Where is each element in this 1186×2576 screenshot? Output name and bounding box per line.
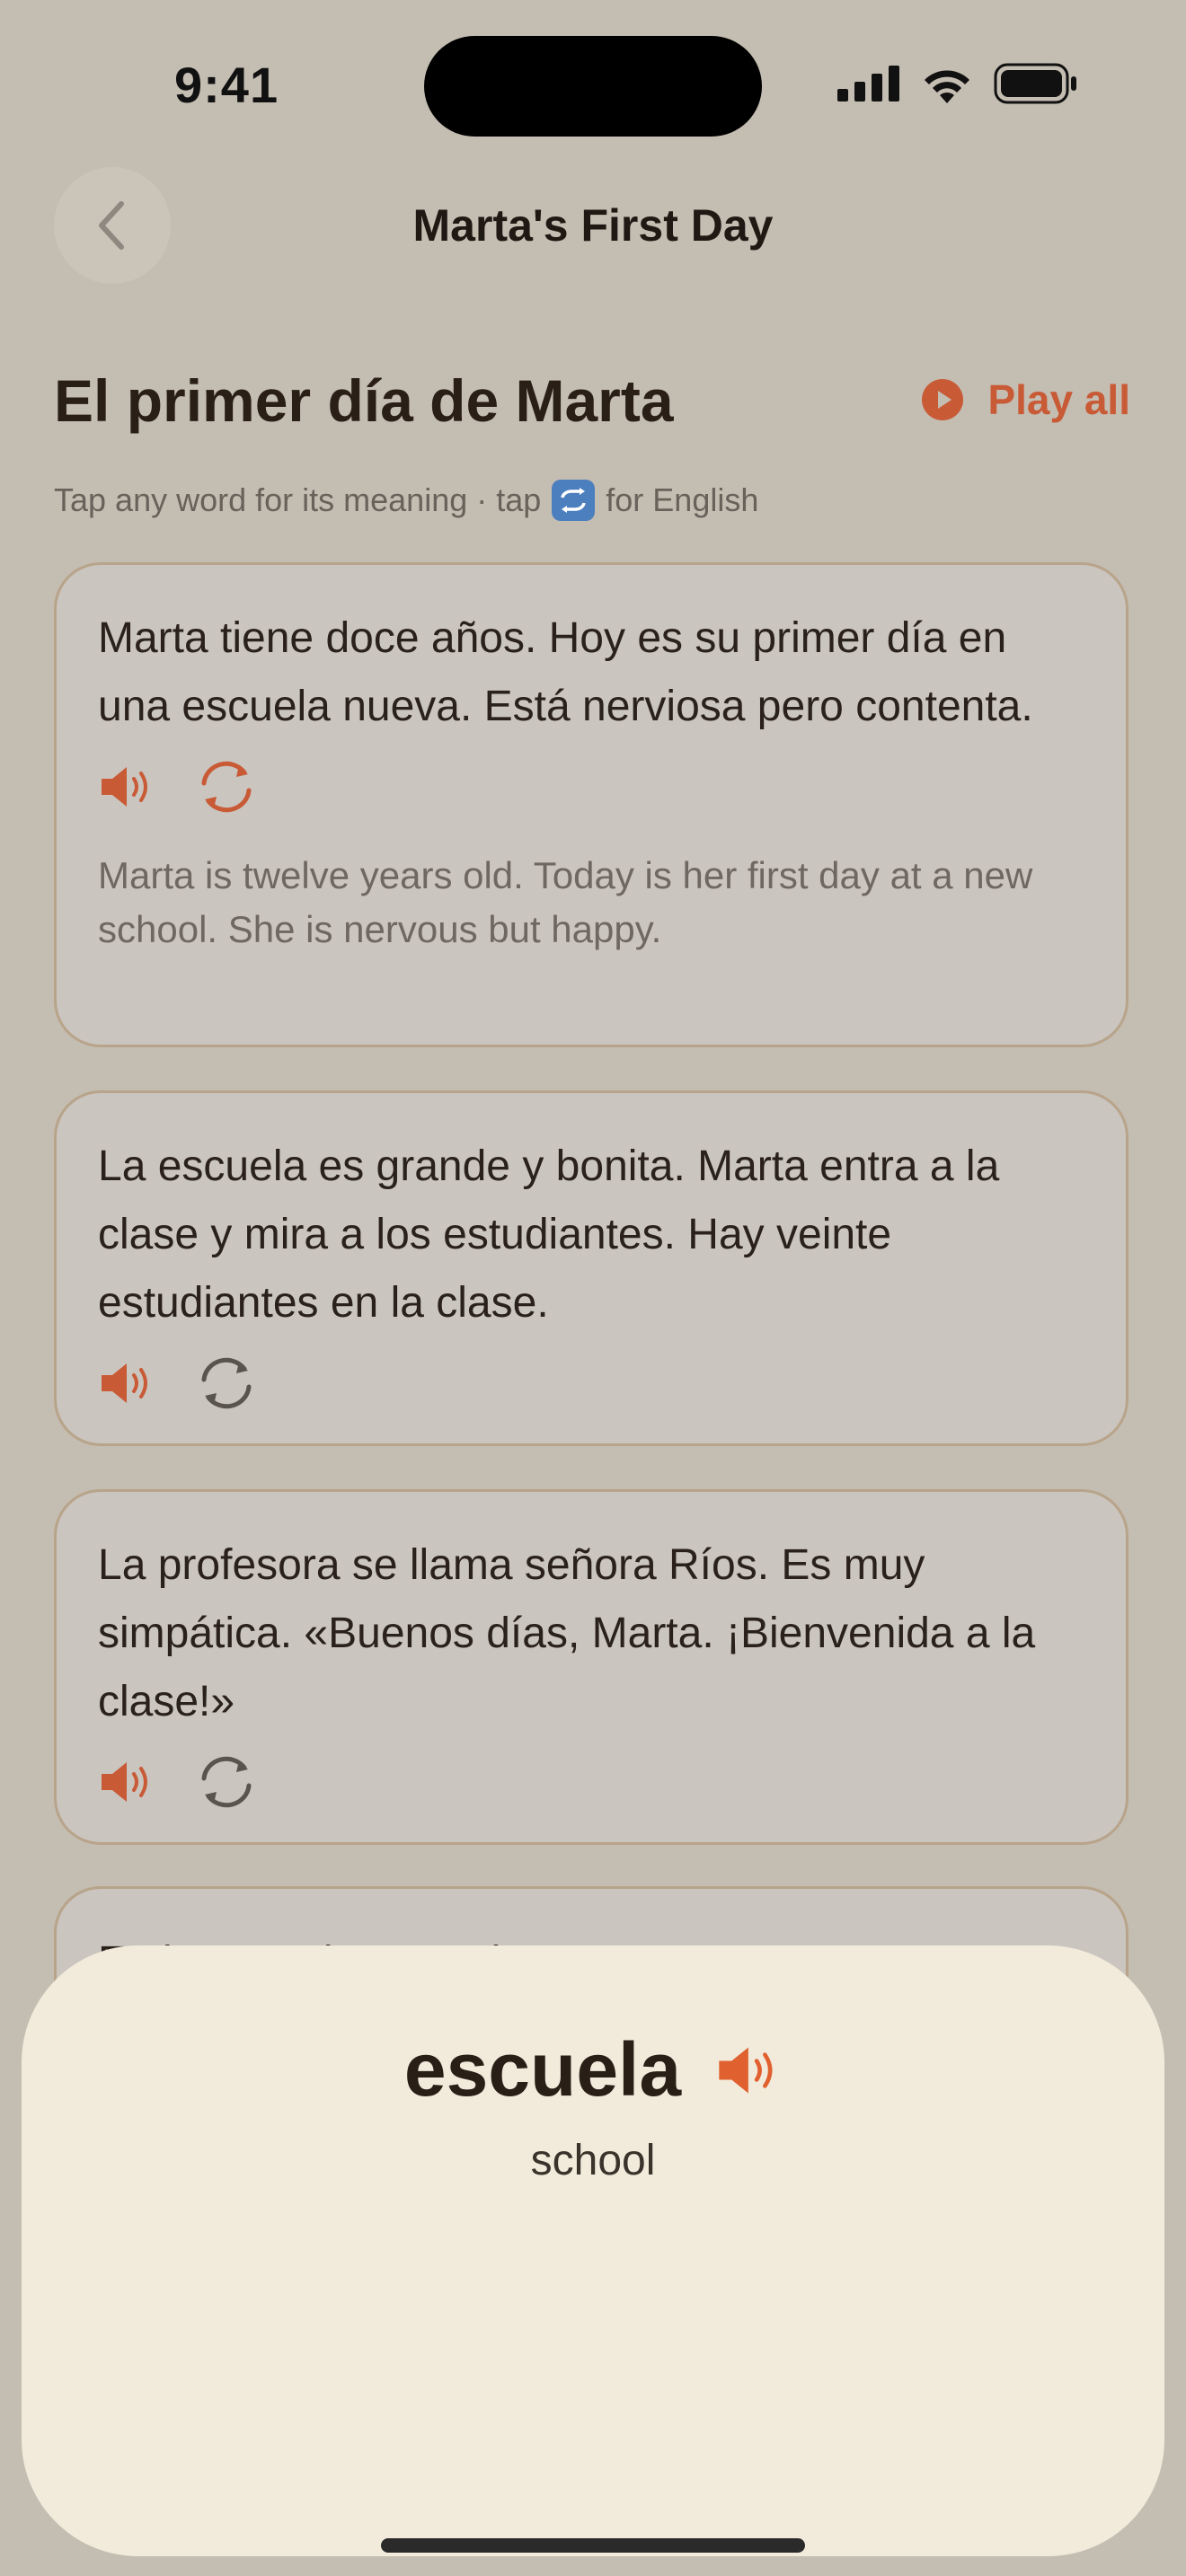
- paragraph-card: Marta tiene doce años. Hoy es su primer …: [54, 562, 1128, 1047]
- paragraph-english-translation: Marta is twelve years old. Today is her …: [98, 854, 1033, 950]
- speaker-button[interactable]: [98, 757, 157, 816]
- word-meaning: school: [530, 2137, 656, 2184]
- speaker-icon: [102, 767, 147, 807]
- wifi-icon: [925, 70, 969, 103]
- speaker-icon: [102, 1762, 147, 1802]
- status-time: 9:41: [174, 57, 279, 113]
- repeat-emoji-icon: [552, 480, 596, 521]
- paragraph-card: La escuela es grande y bonita. Marta ent…: [54, 1090, 1128, 1446]
- subtitle-text-before: Tap any word for its meaning · tap: [54, 481, 542, 518]
- nav-title: Marta's First Day: [412, 200, 774, 251]
- translate-toggle-icon: [201, 1357, 252, 1409]
- speaker-icon: [102, 1363, 147, 1403]
- paragraph-spanish-text[interactable]: Marta tiene doce años. Hoy es su primer …: [98, 604, 1084, 741]
- translate-toggle-icon: [201, 761, 252, 813]
- paragraph-card: La profesora se llama señora Ríos. Es mu…: [54, 1489, 1128, 1845]
- selected-word: escuela: [403, 2027, 682, 2112]
- paragraph-spanish-text[interactable]: La escuela es grande y bonita. Marta ent…: [98, 1133, 1084, 1337]
- subtitle: Tap any word for its meaning · tap for E…: [54, 480, 758, 521]
- home-indicator[interactable]: [381, 2538, 805, 2553]
- battery-icon: [994, 63, 1076, 104]
- speaker-button[interactable]: [98, 1354, 157, 1413]
- play-all-button[interactable]: Play all: [921, 375, 1130, 424]
- status-icons: [837, 63, 1078, 104]
- cellular-signal-icon: [837, 66, 899, 101]
- word-definition-sheet: escuela school: [22, 1945, 1164, 2556]
- speaker-button[interactable]: [98, 1752, 157, 1812]
- translate-toggle-button[interactable]: [197, 1354, 256, 1413]
- word-row: escuela: [22, 2026, 1164, 2113]
- dynamic-island: [424, 36, 762, 137]
- translate-toggle-button[interactable]: [197, 757, 256, 816]
- play-circle-icon: [922, 379, 964, 420]
- subtitle-text-after: for English: [606, 481, 759, 518]
- translate-toggle-button[interactable]: [197, 1752, 256, 1812]
- paragraph-spanish-text[interactable]: La profesora se llama señora Ríos. Es mu…: [98, 1531, 1084, 1736]
- play-all-label: Play all: [987, 376, 1130, 423]
- story-title: El primer día de Marta: [54, 367, 674, 434]
- translate-toggle-icon: [201, 1756, 252, 1808]
- speaker-icon[interactable]: [717, 2044, 782, 2096]
